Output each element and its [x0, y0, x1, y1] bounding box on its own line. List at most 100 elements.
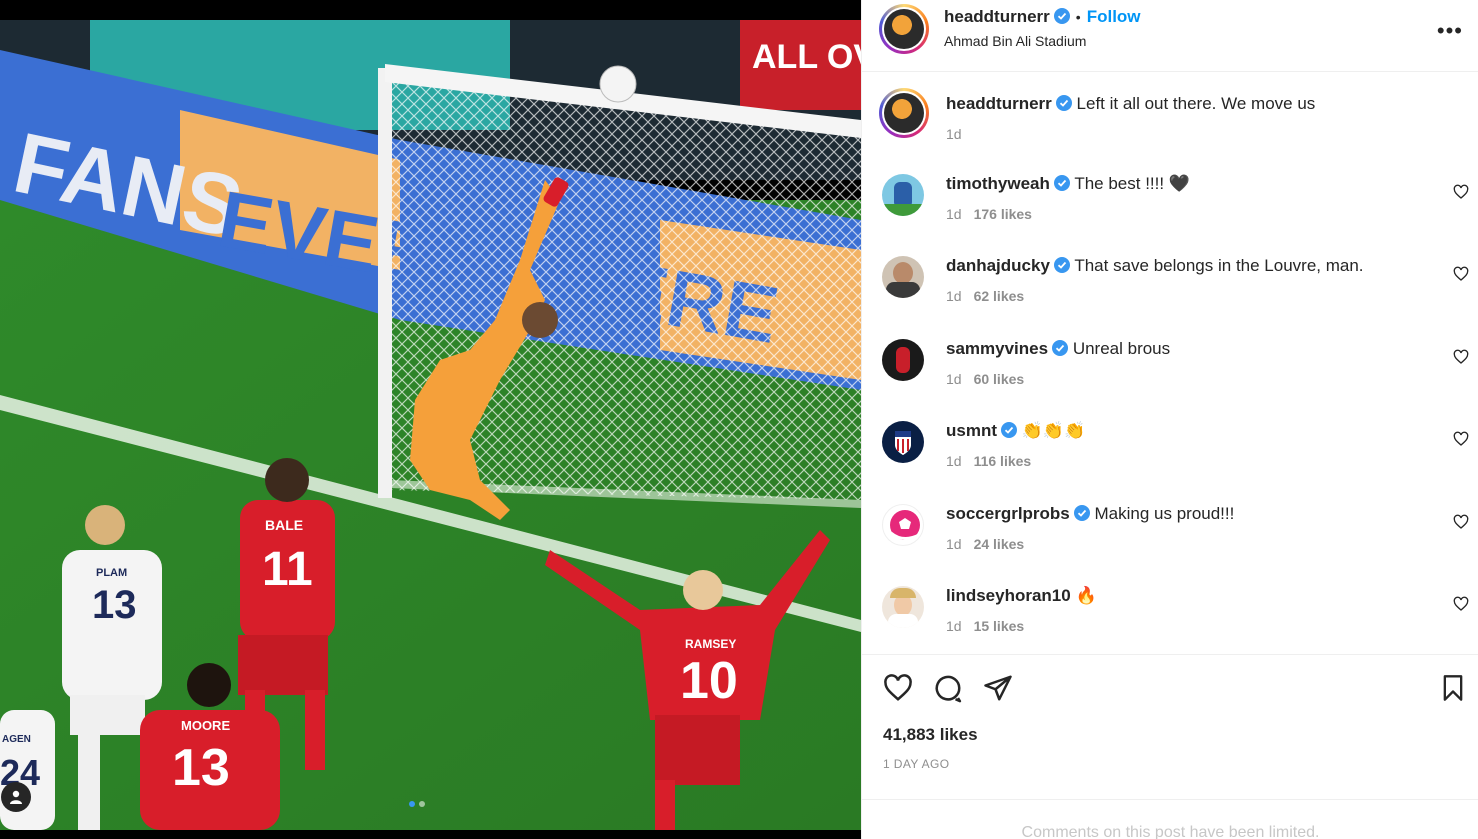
- comment-meta: 1d 176 likes: [946, 206, 1032, 222]
- player-agen: AGEN 24: [0, 710, 55, 830]
- comment-text: 👏👏👏: [1021, 421, 1086, 440]
- comment-likes[interactable]: 116 likes: [974, 453, 1032, 469]
- comment-time: 1d: [946, 618, 962, 634]
- comment-item: soccergrlprobs Making us proud!!! 1d 24 l…: [862, 502, 1478, 584]
- verified-badge-icon: [1053, 8, 1070, 24]
- caption-time: 1d: [946, 126, 962, 142]
- banner-text: ALL OVE: [752, 38, 861, 76]
- comment-bubble-icon[interactable]: [933, 673, 963, 703]
- save-bookmark-icon[interactable]: [1439, 673, 1467, 703]
- verified-badge-icon: [1001, 422, 1017, 438]
- heart-icon[interactable]: [1453, 596, 1469, 612]
- commenter-avatar[interactable]: [882, 174, 924, 216]
- svg-text:AGEN: AGEN: [2, 734, 31, 745]
- comment-line: danhajducky That save belongs in the Lou…: [946, 256, 1364, 276]
- heart-icon[interactable]: [1453, 514, 1469, 530]
- comment-time: 1d: [946, 206, 962, 222]
- goalkeeper-save-image: ALL OVE FANS EVERYWHERE: [0, 20, 861, 830]
- heart-icon[interactable]: [1453, 431, 1469, 447]
- comment-line: sammyvines Unreal brous: [946, 339, 1170, 359]
- post-header: headdturnerr • Follow Ahmad Bin Ali Stadiu…: [862, 0, 1478, 72]
- comment-line: timothyweah The best !!!! 🖤: [946, 174, 1190, 194]
- post-actions: 41,883 likes 1 DAY AGO: [862, 654, 1478, 799]
- comment-line: soccergrlprobs Making us proud!!!: [946, 504, 1234, 524]
- caption-avatar[interactable]: [879, 88, 929, 138]
- comment-line: usmnt 👏👏👏: [946, 421, 1085, 441]
- comment-text: Making us proud!!!: [1094, 504, 1235, 523]
- caption-username[interactable]: headdturnerr: [946, 94, 1052, 113]
- comment-item: sammyvines Unreal brous 1d 60 likes: [862, 337, 1478, 419]
- comment-meta: 1d 24 likes: [946, 536, 1024, 552]
- commenter-avatar[interactable]: [882, 586, 924, 628]
- comment-line: lindseyhoran10 🔥: [946, 586, 1097, 606]
- comment-item: danhajducky That save belongs in the Lou…: [862, 254, 1478, 336]
- comment-likes[interactable]: 15 likes: [974, 618, 1025, 634]
- comment-username[interactable]: danhajducky: [946, 256, 1050, 275]
- user-icon: [10, 790, 22, 804]
- comment-text: That save belongs in the Louvre, man.: [1074, 256, 1364, 275]
- carousel-dot: [419, 801, 425, 807]
- commenter-avatar[interactable]: [882, 421, 924, 463]
- verified-badge-icon: [1073, 505, 1090, 521]
- comment-text: 🔥: [1075, 586, 1097, 605]
- tagged-users-button[interactable]: [1, 782, 31, 812]
- heart-icon[interactable]: [1453, 266, 1469, 282]
- comment-likes[interactable]: 24 likes: [974, 536, 1025, 552]
- post-timestamp: 1 DAY AGO: [883, 757, 950, 771]
- comment-username[interactable]: lindseyhoran10: [946, 586, 1071, 605]
- comment-time: 1d: [946, 371, 962, 387]
- verified-badge-icon: [1053, 257, 1070, 273]
- post-location[interactable]: Ahmad Bin Ali Stadium: [944, 33, 1086, 49]
- post-panel: headdturnerr • Follow Ahmad Bin Ali Stadiu…: [861, 0, 1478, 839]
- comments-limited-notice: Comments on this post have been limited.: [862, 799, 1478, 839]
- commenter-avatar[interactable]: [882, 256, 924, 298]
- verified-badge-icon: [1052, 340, 1069, 356]
- post-photo[interactable]: ALL OVE FANS EVERYWHERE: [0, 0, 861, 839]
- heart-icon[interactable]: [1453, 184, 1469, 200]
- carousel-indicator: [409, 801, 425, 807]
- comment-likes[interactable]: 60 likes: [974, 371, 1025, 387]
- comments-limited-text: Comments on this post have been limited.: [1021, 824, 1320, 839]
- svg-text:10: 10: [680, 652, 738, 710]
- svg-text:PLAM: PLAM: [96, 567, 127, 579]
- svg-text:13: 13: [172, 739, 230, 797]
- comment-item: timothyweah The best !!!! 🖤 1d 176 likes: [862, 172, 1478, 254]
- author-avatar[interactable]: [879, 4, 929, 54]
- svg-text:BALE: BALE: [265, 517, 303, 533]
- comment-username[interactable]: timothyweah: [946, 174, 1050, 193]
- comment-likes[interactable]: 176 likes: [974, 206, 1032, 222]
- comment-item: usmnt 👏👏👏 1d 116 likes: [862, 419, 1478, 501]
- author-line: headdturnerr • Follow: [944, 7, 1141, 27]
- commenter-avatar[interactable]: [882, 504, 924, 546]
- comment-meta: 1d 62 likes: [946, 288, 1024, 304]
- comment-meta: 1d 60 likes: [946, 371, 1024, 387]
- comment-username[interactable]: usmnt: [946, 421, 997, 440]
- verified-badge-icon: [1053, 175, 1070, 191]
- post-likes-count[interactable]: 41,883 likes: [883, 725, 978, 745]
- carousel-dot: [409, 801, 415, 807]
- comment-time: 1d: [946, 536, 962, 552]
- usa-crest-icon: [895, 431, 911, 455]
- separator: •: [1075, 9, 1081, 25]
- comment-username[interactable]: sammyvines: [946, 339, 1048, 358]
- caption-line: headdturnerr Left it all out there. We m…: [946, 94, 1315, 114]
- commenter-avatar[interactable]: [882, 339, 924, 381]
- follow-button[interactable]: Follow: [1087, 7, 1141, 26]
- svg-text:RAMSEY: RAMSEY: [685, 637, 736, 651]
- comment-time: 1d: [946, 288, 962, 304]
- comment-text: The best !!!! 🖤: [1074, 174, 1190, 193]
- comment-time: 1d: [946, 453, 962, 469]
- share-paper-plane-icon[interactable]: [983, 673, 1013, 703]
- comment-username[interactable]: soccergrlprobs: [946, 504, 1070, 523]
- heart-icon[interactable]: [1453, 349, 1469, 365]
- photo-scene: ALL OVE FANS EVERYWHERE: [0, 20, 861, 830]
- more-options-icon[interactable]: •••: [1437, 18, 1463, 44]
- soccer-ball-icon: [890, 510, 920, 540]
- comment-meta: 1d 15 likes: [946, 618, 1024, 634]
- caption-text: Left it all out there. We move us: [1076, 94, 1316, 113]
- like-heart-icon[interactable]: [883, 673, 913, 703]
- comment-likes[interactable]: 62 likes: [974, 288, 1025, 304]
- author-username[interactable]: headdturnerr: [944, 7, 1050, 26]
- svg-text:MOORE: MOORE: [181, 718, 230, 733]
- svg-text:11: 11: [262, 543, 313, 596]
